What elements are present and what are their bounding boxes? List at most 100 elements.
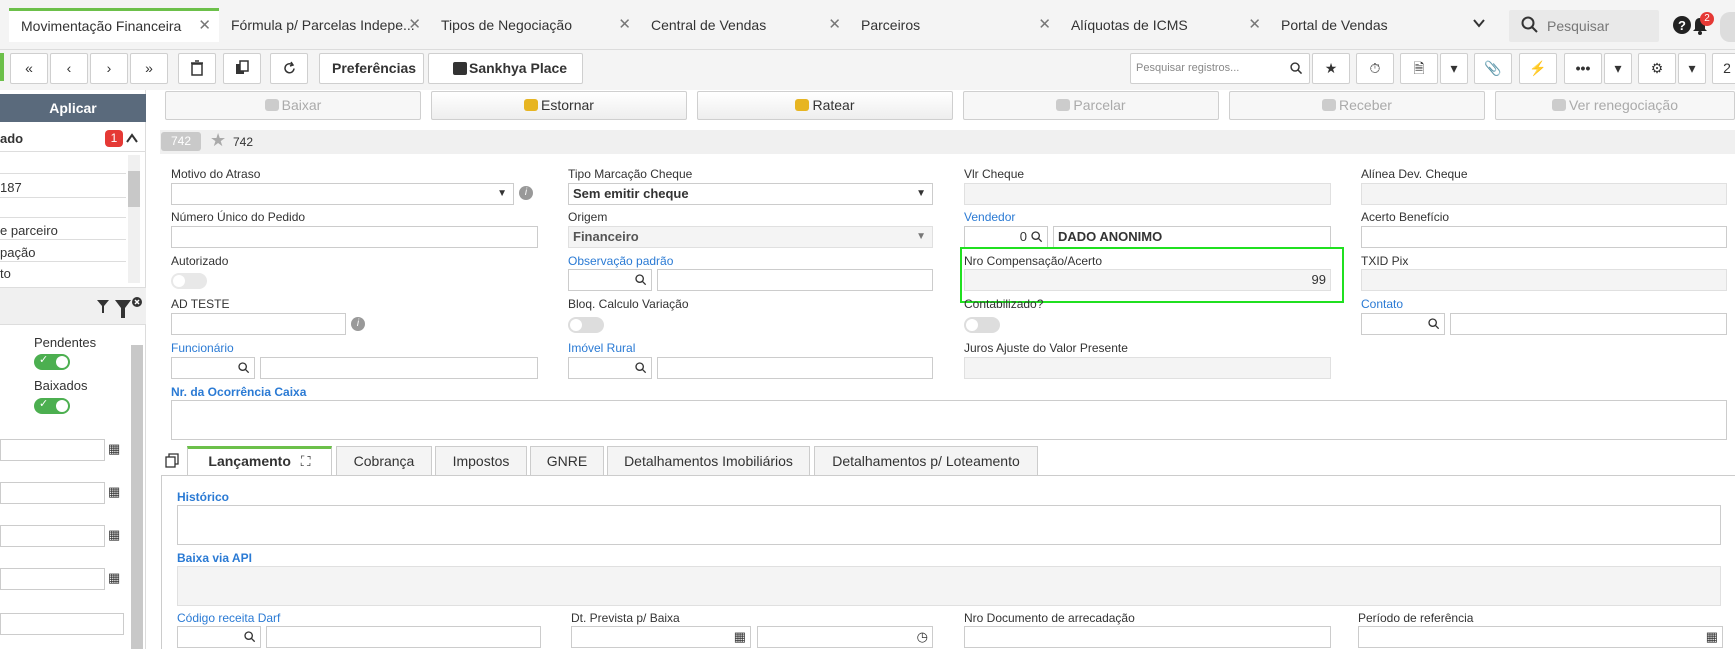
- close-icon[interactable]: ✕: [408, 8, 421, 42]
- cod-darf-desc-field[interactable]: [266, 626, 541, 648]
- help-icon[interactable]: ?: [1672, 15, 1692, 35]
- num-unico-input[interactable]: [171, 226, 538, 248]
- chevron-down-icon[interactable]: [1472, 16, 1486, 30]
- calendar-icon[interactable]: ▦: [108, 527, 120, 543]
- prev-record-button[interactable]: ‹: [50, 53, 88, 84]
- cod-darf-label[interactable]: Código receita Darf: [177, 611, 280, 625]
- vendedor-code-input[interactable]: 0: [964, 226, 1048, 248]
- scrollbar[interactable]: [128, 155, 140, 283]
- info-icon[interactable]: i: [519, 186, 533, 200]
- tab-detalhamentos-loteamento[interactable]: Detalhamentos p/ Loteamento: [814, 446, 1038, 476]
- close-icon[interactable]: ✕: [828, 8, 841, 42]
- pendentes-toggle[interactable]: ✓: [34, 354, 70, 370]
- funcionario-code-input[interactable]: [171, 357, 255, 379]
- star-icon[interactable]: ★: [210, 130, 226, 151]
- search-icon[interactable]: [1428, 318, 1440, 330]
- tab-formula-parcelas[interactable]: Fórmula p/ Parcelas Indepe... ✕: [219, 8, 429, 42]
- date-filter-input[interactable]: [0, 439, 105, 461]
- settings-button[interactable]: ⚙: [1638, 53, 1676, 84]
- record-search-input[interactable]: Pesquisar registros...: [1130, 53, 1310, 84]
- origem-select[interactable]: Financeiro ▼: [568, 226, 933, 248]
- dt-prevista-date-input[interactable]: ▦: [571, 626, 751, 648]
- tipo-marcacao-select[interactable]: Sem emitir cheque ▼: [568, 183, 933, 205]
- cod-darf-code-input[interactable]: [177, 626, 261, 648]
- search-icon[interactable]: [635, 362, 647, 374]
- tab-parceiros[interactable]: Parceiros ✕: [849, 8, 1059, 42]
- close-icon[interactable]: ✕: [1038, 8, 1051, 42]
- timer-button[interactable]: ⏱: [1356, 53, 1394, 84]
- imovel-rural-code-input[interactable]: [568, 357, 652, 379]
- filter-text-input[interactable]: [0, 613, 124, 635]
- avatar[interactable]: [1720, 12, 1735, 42]
- ver-renegociacao-button[interactable]: Ver renegociação: [1495, 91, 1735, 120]
- more-dropdown[interactable]: ▾: [1604, 53, 1632, 84]
- contato-name-field[interactable]: [1450, 313, 1727, 335]
- sankhya-place-button[interactable]: Sankhya Place: [428, 53, 583, 84]
- tab-aliquotas-icms[interactable]: Alíquotas de ICMS ✕: [1059, 8, 1269, 42]
- receber-button[interactable]: Receber: [1229, 91, 1485, 120]
- more-button[interactable]: •••: [1564, 53, 1602, 84]
- first-record-button[interactable]: «: [10, 53, 48, 84]
- attachment-button[interactable]: 📎: [1474, 53, 1512, 84]
- dt-prevista-time-input[interactable]: ◷: [757, 626, 933, 648]
- calendar-icon[interactable]: ▦: [734, 627, 746, 647]
- clock-icon[interactable]: ◷: [917, 627, 928, 647]
- date-filter-input[interactable]: [0, 525, 105, 547]
- tab-detalhamentos-imobiliarios[interactable]: Detalhamentos Imobiliários: [607, 446, 810, 476]
- acerto-input[interactable]: [1361, 226, 1727, 248]
- historico-label[interactable]: Histórico: [177, 490, 229, 504]
- calendar-icon[interactable]: ▦: [108, 570, 120, 586]
- obs-padrao-code-input[interactable]: [568, 269, 652, 291]
- apply-button[interactable]: Aplicar: [0, 94, 146, 122]
- estornar-button[interactable]: Estornar: [431, 91, 687, 120]
- calendar-icon[interactable]: ▦: [108, 484, 120, 500]
- periodo-input[interactable]: ▦: [1358, 626, 1723, 648]
- funcionario-label[interactable]: Funcionário: [171, 341, 234, 355]
- close-icon[interactable]: ✕: [1248, 8, 1261, 42]
- bloq-calculo-toggle[interactable]: [568, 317, 604, 333]
- filter-item[interactable]: to: [0, 266, 11, 281]
- filter-section-header[interactable]: ado 1: [0, 124, 146, 152]
- tab-movimentacao-financeira[interactable]: Movimentação Financeira ✕: [9, 8, 219, 42]
- calendar-icon[interactable]: ▦: [1706, 627, 1718, 647]
- baixados-toggle[interactable]: ✓: [34, 398, 70, 414]
- scrollbar[interactable]: [131, 345, 143, 649]
- imovel-rural-label[interactable]: Imóvel Rural: [568, 341, 635, 355]
- historico-textarea[interactable]: [177, 505, 1721, 545]
- funcionario-name-field[interactable]: [260, 357, 538, 379]
- close-icon[interactable]: ✕: [198, 11, 211, 41]
- action-button[interactable]: ⚡: [1519, 53, 1557, 84]
- report-button[interactable]: 🗎: [1400, 53, 1438, 84]
- date-filter-input[interactable]: [0, 568, 105, 590]
- parcelar-button[interactable]: Parcelar: [963, 91, 1219, 120]
- favorite-button[interactable]: ★: [1312, 53, 1350, 84]
- global-search[interactable]: Pesquisar: [1509, 10, 1659, 42]
- date-filter-input[interactable]: [0, 482, 105, 504]
- scrollbar-thumb[interactable]: [128, 171, 140, 207]
- baixar-button[interactable]: Baixar: [165, 91, 421, 120]
- next-record-button[interactable]: ›: [90, 53, 128, 84]
- nr-ocorrencia-label[interactable]: Nr. da Ocorrência Caixa: [171, 385, 306, 399]
- obs-padrao-desc-field[interactable]: [657, 269, 933, 291]
- delete-button[interactable]: [178, 53, 216, 84]
- search-icon[interactable]: [635, 274, 647, 286]
- page-number-input[interactable]: 2: [1712, 53, 1735, 84]
- tab-impostos[interactable]: Impostos: [435, 446, 527, 476]
- tab-cobranca[interactable]: Cobrança: [336, 446, 432, 476]
- search-icon[interactable]: [238, 362, 250, 374]
- scrollbar-thumb[interactable]: [131, 345, 143, 649]
- vendedor-name-field[interactable]: DADO ANONIMO: [1053, 226, 1331, 248]
- tab-lancamento[interactable]: Lançamento ⛶: [187, 446, 332, 476]
- motivo-atraso-select[interactable]: ▼: [171, 183, 514, 205]
- contato-label[interactable]: Contato: [1361, 297, 1403, 311]
- search-icon[interactable]: [1031, 231, 1043, 243]
- search-icon[interactable]: [244, 631, 256, 643]
- ratear-button[interactable]: Ratear: [697, 91, 953, 120]
- autorizado-toggle[interactable]: [171, 273, 207, 289]
- settings-dropdown[interactable]: ▾: [1678, 53, 1706, 84]
- tab-portal-vendas[interactable]: Portal de Vendas: [1269, 8, 1469, 42]
- contabilizado-toggle[interactable]: [964, 317, 1000, 333]
- info-icon[interactable]: i: [351, 317, 365, 331]
- contato-code-input[interactable]: [1361, 313, 1445, 335]
- expand-icon[interactable]: ⛶: [301, 453, 311, 469]
